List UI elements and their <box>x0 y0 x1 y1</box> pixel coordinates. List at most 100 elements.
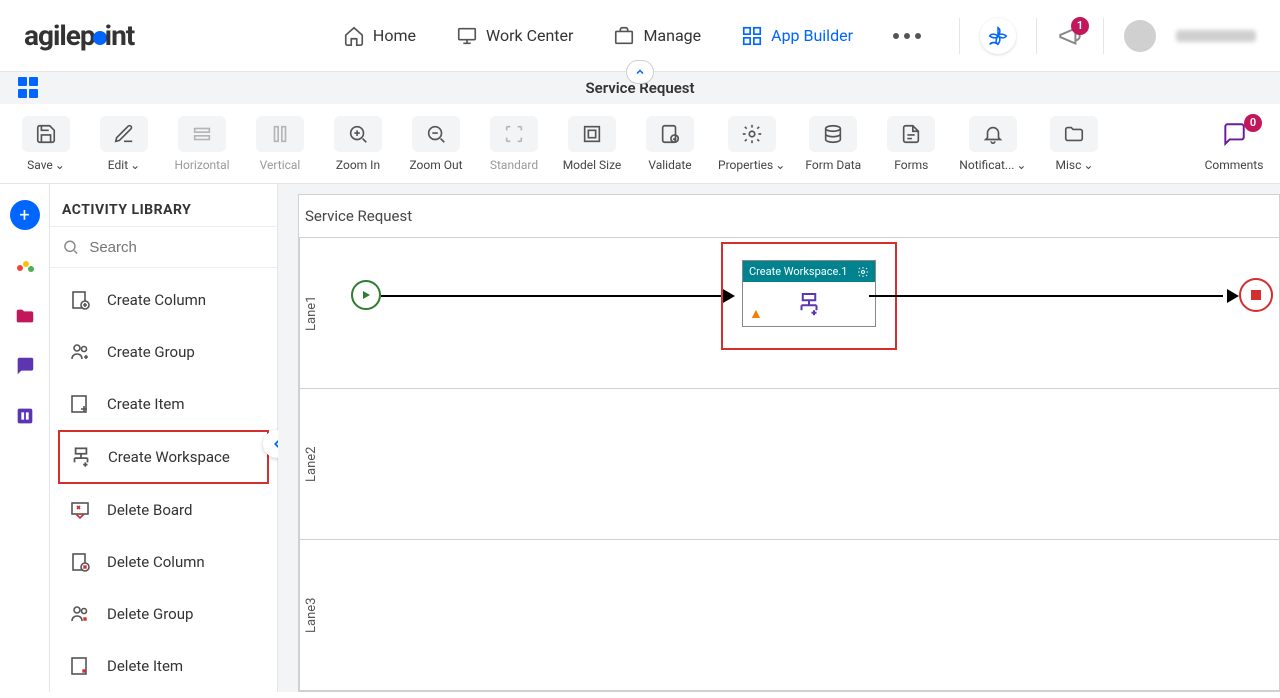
chevron-down-icon: ⌄ <box>130 158 140 172</box>
lib-item-delete-item[interactable]: Delete Item <box>58 640 269 692</box>
notifications-button[interactable]: 1 <box>1057 23 1083 49</box>
nav-work-center[interactable]: Work Center <box>442 17 587 55</box>
lib-item-label: Create Column <box>107 291 206 309</box>
apps-icon <box>741 25 763 47</box>
nav-home[interactable]: Home <box>329 17 430 55</box>
pinwheel-button[interactable] <box>980 18 1016 54</box>
arrow-icon <box>1227 289 1239 303</box>
nav-app-builder[interactable]: App Builder <box>727 17 867 55</box>
folder-icon <box>1050 116 1098 152</box>
zoom-out-icon <box>412 116 460 152</box>
model-size-icon <box>568 116 616 152</box>
comments-label: Comments <box>1205 158 1264 172</box>
horizontal-label: Horizontal <box>174 158 229 172</box>
forms-label: Forms <box>894 158 928 172</box>
notifications-label: Notificat... <box>959 158 1014 172</box>
avatar[interactable] <box>1124 20 1156 52</box>
chevron-down-icon: ⌄ <box>1083 158 1093 172</box>
gear-icon <box>728 116 776 152</box>
lib-item-label: Delete Group <box>107 605 193 623</box>
edit-button[interactable]: Edit⌄ <box>94 116 154 172</box>
rail-chat-icon[interactable] <box>11 352 39 380</box>
rail-folder-icon[interactable] <box>11 302 39 330</box>
zoom-in-button[interactable]: Zoom In <box>328 116 388 172</box>
nav-manage-label: Manage <box>643 26 701 45</box>
warning-icon: ▲ <box>749 305 763 322</box>
lib-item-create-item[interactable]: Create Item <box>58 378 269 430</box>
canvas-title: Service Request <box>299 195 1279 238</box>
comments-button[interactable]: 0 Comments <box>1204 116 1264 172</box>
chevron-up-icon <box>634 66 646 78</box>
logo: agilepint <box>24 19 134 52</box>
model-size-button[interactable]: Model Size <box>562 116 622 172</box>
collapse-header-button[interactable] <box>626 60 654 84</box>
lane-label: Lane2 <box>299 389 323 539</box>
zoom-out-button[interactable]: Zoom Out <box>406 116 466 172</box>
lib-item-create-group[interactable]: Create Group <box>58 326 269 378</box>
lib-item-delete-column[interactable]: Delete Column <box>58 536 269 588</box>
validate-icon <box>646 116 694 152</box>
nav-manage[interactable]: Manage <box>599 17 715 55</box>
lib-item-delete-group[interactable]: Delete Group <box>58 588 269 640</box>
horizontal-button[interactable]: Horizontal <box>172 116 232 172</box>
lib-item-label: Create Workspace <box>108 448 230 466</box>
library-title: ACTIVITY LIBRARY <box>50 184 277 227</box>
search-input[interactable] <box>89 239 265 256</box>
properties-label: Properties <box>718 158 773 172</box>
chevron-down-icon: ⌄ <box>775 158 785 172</box>
gear-icon[interactable] <box>857 266 869 278</box>
edit-icon <box>100 116 148 152</box>
end-node[interactable] <box>1239 278 1273 312</box>
flow-connector <box>869 295 1223 297</box>
chevron-down-icon: ⌄ <box>55 158 65 172</box>
group-x-icon <box>67 601 93 627</box>
save-icon <box>22 116 70 152</box>
misc-button[interactable]: Misc⌄ <box>1044 116 1104 172</box>
database-icon <box>809 116 857 152</box>
column-plus-icon <box>67 287 93 313</box>
rail-pause-icon[interactable] <box>11 402 39 430</box>
lib-item-create-column[interactable]: Create Column <box>58 274 269 326</box>
zoom-in-label: Zoom In <box>336 158 380 172</box>
rail-monday-icon[interactable] <box>11 252 39 280</box>
vertical-button[interactable]: Vertical <box>250 116 310 172</box>
horizontal-icon <box>178 116 226 152</box>
properties-button[interactable]: Properties⌄ <box>718 116 785 172</box>
workspace-plus-icon <box>68 444 94 470</box>
pinwheel-icon <box>988 26 1008 46</box>
activity-node-create-workspace[interactable]: Create Workspace.1 ▲ <box>742 260 876 327</box>
lane-label: Lane1 <box>299 238 323 388</box>
forms-button[interactable]: Forms <box>881 116 941 172</box>
column-x-icon <box>67 549 93 575</box>
lib-item-label: Delete Column <box>107 553 205 571</box>
form-data-button[interactable]: Form Data <box>803 116 863 172</box>
workspace-icon <box>794 289 824 319</box>
lib-item-label: Delete Board <box>107 501 192 519</box>
group-plus-icon <box>67 339 93 365</box>
comments-badge: 0 <box>1244 114 1262 132</box>
standard-button[interactable]: Standard <box>484 116 544 172</box>
save-button[interactable]: Save⌄ <box>16 116 76 172</box>
stop-icon <box>1251 290 1261 300</box>
add-button[interactable]: + <box>10 200 40 230</box>
validate-button[interactable]: Validate <box>640 116 700 172</box>
edit-label: Edit <box>108 158 128 172</box>
lib-item-create-workspace[interactable]: Create Workspace <box>58 430 269 484</box>
home-icon <box>343 25 365 47</box>
grid-icon[interactable] <box>18 77 40 99</box>
vertical-icon <box>256 116 304 152</box>
lib-item-label: Create Item <box>107 395 185 413</box>
nav-more[interactable] <box>879 25 935 47</box>
start-node[interactable] <box>351 280 381 310</box>
username <box>1176 30 1256 42</box>
lib-item-label: Create Group <box>107 343 195 361</box>
notification-badge: 1 <box>1071 17 1089 35</box>
form-data-label: Form Data <box>805 158 861 172</box>
lib-item-delete-board[interactable]: Delete Board <box>58 484 269 536</box>
nav-home-label: Home <box>373 26 416 45</box>
item-x-icon <box>67 653 93 679</box>
save-label: Save <box>27 158 53 172</box>
notifications-tool-button[interactable]: Notificat...⌄ <box>959 116 1026 172</box>
misc-label: Misc <box>1056 158 1082 172</box>
nav-app-builder-label: App Builder <box>771 26 853 45</box>
